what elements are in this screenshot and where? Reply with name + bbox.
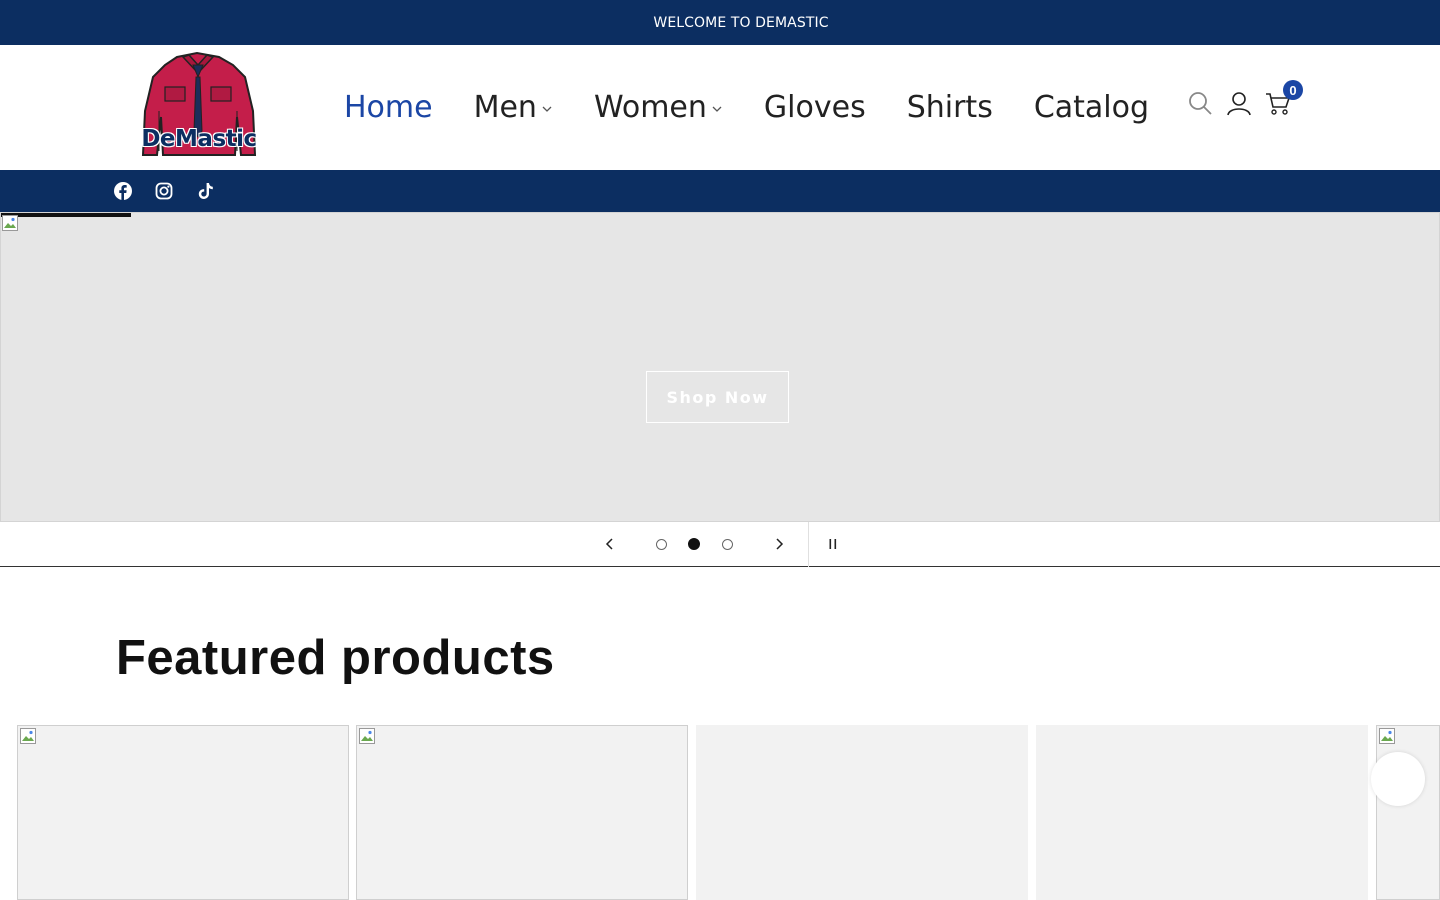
tiktok-link[interactable] [196,181,216,201]
previous-slide-button[interactable] [600,534,620,554]
facebook-icon [114,182,132,200]
broken-image-icon [2,215,18,231]
nav-item-men[interactable]: Men [474,90,553,125]
product-card-1[interactable] [17,725,349,900]
slide-dot-active [688,538,700,550]
logo-text: DeMastic [141,126,257,152]
announcement-text: WELCOME TO DEMASTIC [653,14,829,31]
product-card-2[interactable] [356,725,688,900]
search-icon [1189,92,1212,115]
slide-dot-2[interactable] [687,537,701,551]
social-bar [0,170,1440,212]
controls-divider [808,522,809,567]
cart-button[interactable]: 0 [1264,80,1303,117]
broken-image-icon [359,728,375,744]
chevron-down-icon [542,106,552,112]
chevron-down-icon [712,106,722,112]
slide-dot-3[interactable] [720,537,734,551]
next-slide-button[interactable] [769,534,789,554]
slide-dot [721,538,733,550]
instagram-icon [155,182,173,200]
search-button[interactable] [1186,89,1214,117]
slide-dot-1[interactable] [654,537,668,551]
announcement-bar: WELCOME TO DEMASTIC [0,0,1440,45]
nav-item-home[interactable]: Home [344,90,433,125]
slide-dot [655,538,667,550]
pause-icon [829,539,837,549]
nav-item-label: Home [344,89,433,125]
product-card-4[interactable] [1036,725,1368,900]
nav-item-label: Gloves [763,89,866,125]
site-header: DeMastic Home Men Women Gloves Shirts Ca… [0,45,1440,170]
nav-item-label: Catalog [1033,89,1150,125]
carousel-scroll-button[interactable] [1371,752,1425,806]
chevron-left-icon [605,538,613,550]
logo[interactable]: DeMastic [137,51,259,161]
product-card-3[interactable] [696,725,1028,900]
broken-image-icon [1379,728,1395,744]
featured-products-title: Featured products [116,631,555,685]
nav-item-label: Shirts [906,89,993,125]
account-button[interactable] [1225,89,1253,117]
slider-controls [0,522,1440,567]
tiktok-icon [198,183,213,199]
facebook-link[interactable] [113,181,133,201]
nav-item-gloves[interactable]: Gloves [764,90,866,125]
chevron-right-icon [776,538,784,550]
hero-slideshow: Shop Now [0,212,1440,522]
nav-item-women[interactable]: Women [594,90,723,125]
nav-item-label: Women [593,89,707,125]
nav-item-shirts[interactable]: Shirts [907,90,993,125]
cart-count-badge: 0 [1283,80,1303,100]
instagram-link[interactable] [154,181,174,201]
product-card-5[interactable] [1376,725,1440,900]
main-nav: Home Men Women Gloves Shirts Catalog [344,85,1149,129]
header-icons: 0 [1186,80,1303,117]
pause-slideshow-button[interactable] [823,534,843,554]
nav-item-label: Men [473,89,537,125]
broken-image-icon [20,728,36,744]
slide-progress-bar [1,213,131,217]
shop-now-button[interactable]: Shop Now [646,371,789,423]
nav-item-catalog[interactable]: Catalog [1034,90,1149,125]
account-icon [1227,92,1251,116]
